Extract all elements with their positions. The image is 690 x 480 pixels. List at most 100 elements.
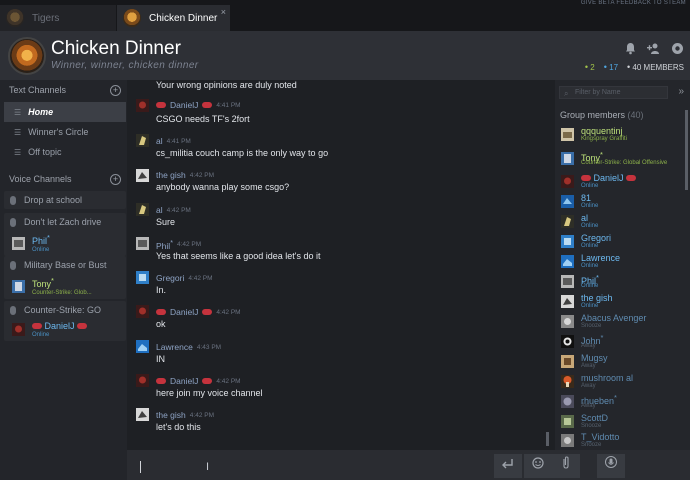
member-al[interactable]: al Online [561, 213, 686, 232]
member-qqquentinj[interactable]: qqquentinj Kingspray Graffiti [561, 126, 686, 145]
collapse-panel-icon[interactable]: » [678, 86, 684, 97]
author-name[interactable]: al [156, 205, 163, 215]
author-name[interactable]: Gregori [156, 273, 184, 283]
tab-tigers[interactable]: Tigers [0, 5, 116, 31]
role-tag-icon [156, 102, 166, 108]
message-text: let's do this [156, 422, 201, 432]
channel-home[interactable]: ☰ Home [4, 102, 126, 122]
member-list-panel: ⌕ Filter by Name » Group members (40) qq… [555, 80, 690, 450]
group-tigers-icon [6, 9, 24, 27]
filter-members-input[interactable]: ⌕ Filter by Name [559, 86, 668, 99]
role-tag-icon [156, 378, 166, 384]
author-name[interactable]: the gish [156, 170, 186, 180]
member-danielj[interactable]: DanielJ Online [561, 173, 686, 192]
voice-channel-military-base[interactable]: Military Base or Bust Tony* Counter-Stri… [4, 256, 126, 299]
avatar[interactable] [136, 203, 149, 216]
role-tag-icon [156, 309, 166, 315]
avatar[interactable] [136, 408, 149, 421]
avatar[interactable] [136, 99, 149, 112]
message-header: DanielJ 4:41 PM [156, 100, 241, 110]
avatar[interactable] [136, 374, 149, 387]
member-mushroom-al[interactable]: mushroom al Away [561, 373, 686, 392]
invite-friend-icon[interactable] [647, 42, 661, 58]
mouse-ibeam-cursor-icon: I [206, 461, 210, 473]
member-status: Online [32, 332, 50, 338]
member-phil[interactable]: Phil* Online [561, 273, 686, 292]
settings-gear-icon[interactable] [671, 42, 684, 58]
chat-scrollbar[interactable] [546, 432, 549, 446]
group-tagline: Winner, winner, chicken dinner [51, 60, 199, 71]
member-scottd[interactable]: ScottD Snooze [561, 413, 686, 432]
member-name: mushroom al [581, 373, 634, 383]
member-the-gish[interactable]: the gish Online [561, 293, 686, 312]
member-status: Snooze [581, 423, 602, 429]
voice-chat-button[interactable] [597, 454, 625, 478]
add-voice-channel-icon[interactable]: + [110, 174, 121, 185]
member-gregori[interactable]: Gregori Online [561, 233, 686, 252]
member-mugsy[interactable]: Mugsy Away [561, 353, 686, 372]
avatar[interactable] [136, 271, 149, 284]
avatar [12, 323, 25, 336]
voice-member-danielj[interactable]: DanielJ Online [4, 319, 126, 341]
member-name: Tony [32, 279, 52, 289]
author-name[interactable]: DanielJ [170, 100, 198, 110]
beta-feedback-link[interactable]: GIVE BETA FEEDBACK TO STEAM [581, 0, 686, 6]
member-name: Phil [32, 236, 48, 246]
avatar[interactable] [136, 340, 149, 353]
author-name[interactable]: Phil* [156, 239, 173, 251]
member-name: Abacus Avenger [581, 313, 647, 323]
tab-chicken-dinner[interactable]: Chicken Dinner × [117, 5, 230, 31]
channel-winners-circle[interactable]: ☰ Winner's Circle [4, 122, 126, 142]
voice-member-phil[interactable]: Phil* Online [4, 231, 126, 256]
author-name[interactable]: DanielJ [170, 376, 198, 386]
timestamp: 4:42 PM [189, 411, 214, 419]
voice-channels-heading: Voice Channels [9, 174, 72, 184]
member-abacus-avenger[interactable]: Abacus Avenger Snooze [561, 313, 686, 332]
member-status: Snooze [581, 442, 602, 448]
message-text: CSGO needs TF's 2fort [156, 114, 250, 124]
avatar[interactable] [136, 305, 149, 318]
avatar [561, 335, 574, 348]
close-icon[interactable]: × [221, 7, 226, 17]
member-stats: • 2 • 17 • 40 MEMBERS [585, 62, 684, 72]
author-name[interactable]: DanielJ [170, 307, 198, 317]
avatar[interactable] [136, 169, 149, 182]
author-name[interactable]: al [156, 136, 163, 146]
group-title: Chicken Dinner [51, 38, 181, 59]
voice-channel-drop-at-school[interactable]: Drop at school [4, 191, 126, 209]
member-81[interactable]: 81 Online [561, 193, 686, 212]
message-header: Lawrence 4:43 PM [156, 342, 221, 352]
nickname-mark: * [51, 276, 54, 285]
emoticon-button[interactable] [524, 454, 552, 478]
author-name[interactable]: Lawrence [156, 342, 193, 352]
group-header: Chicken Dinner Winner, winner, chicken d… [0, 31, 690, 80]
member-john[interactable]: John* Away [561, 333, 686, 352]
author-name[interactable]: the gish [156, 410, 186, 420]
avatar[interactable] [136, 237, 149, 250]
text-caret [140, 461, 141, 473]
voice-member-tony[interactable]: Tony* Counter-Strike: Glob... [4, 274, 126, 299]
voice-channel-dont-let-zach-drive[interactable]: Don't let Zach drive Phil* Online [4, 213, 126, 256]
send-button[interactable] [494, 454, 522, 478]
attach-button[interactable] [552, 454, 580, 478]
member-t-vidotto[interactable]: T_Vidotto Snooze [561, 432, 686, 451]
message-composer: I [127, 450, 690, 480]
avatar [561, 215, 574, 228]
member-rhueben[interactable]: rhueben* Away [561, 393, 686, 412]
emoticon-icon [532, 457, 544, 469]
message-text: In. [156, 285, 167, 295]
chat-log: Your wrong opinions are duly noted Danie… [127, 80, 555, 450]
notification-bell-icon[interactable] [624, 42, 637, 58]
member-status: Online [581, 243, 599, 249]
channel-off-topic[interactable]: ☰ Off topic [4, 142, 126, 162]
message-input[interactable]: I [132, 452, 492, 478]
avatar[interactable] [136, 134, 149, 147]
role-tag-icon [626, 175, 637, 181]
member-status: Away [581, 403, 596, 409]
voice-channel-counter-strike[interactable]: Counter-Strike: GO DanielJ Online [4, 301, 126, 341]
member-tony[interactable]: Tony* Counter-Strike: Global Offensive [561, 150, 686, 169]
message-header: the gish 4:42 PM [156, 170, 214, 180]
member-lawrence[interactable]: Lawrence Online [561, 253, 686, 272]
message-header: DanielJ 4:42 PM [156, 376, 241, 386]
add-text-channel-icon[interactable]: + [110, 85, 121, 96]
